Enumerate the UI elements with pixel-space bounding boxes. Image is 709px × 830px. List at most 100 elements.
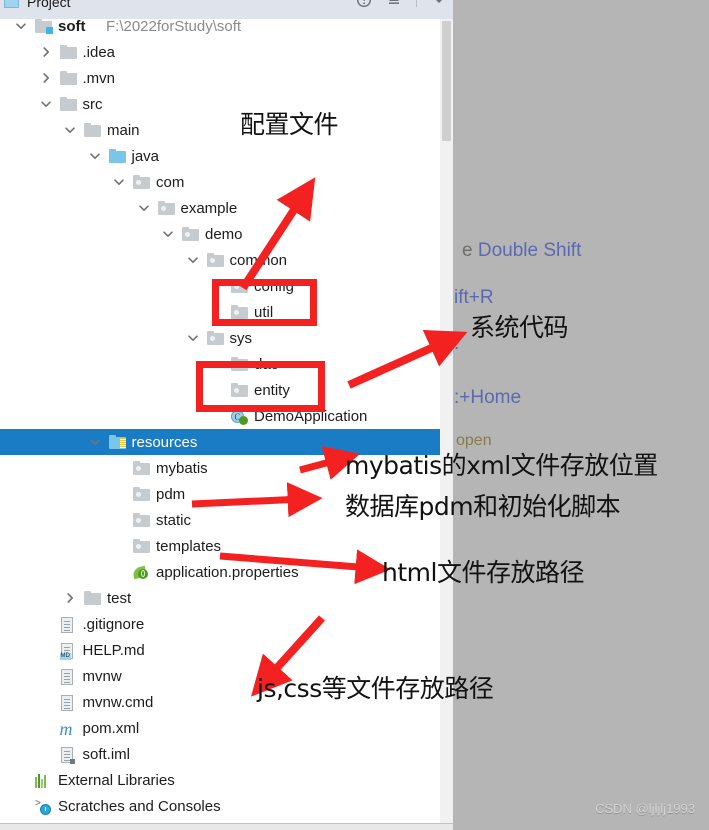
tip-line-0-prefix: e	[462, 240, 478, 261]
tree-row-test[interactable]: test	[0, 585, 440, 611]
node-icon-wrapper	[35, 773, 52, 788]
tree-row-templates[interactable]: templates	[0, 533, 440, 559]
node-icon-wrapper	[206, 253, 224, 267]
package-icon	[231, 383, 248, 397]
tree-row-src[interactable]: src	[0, 91, 440, 117]
tree-row-label: HELP.md	[82, 641, 145, 659]
tree-row-scratches[interactable]: >_ Scratches and Consoles	[0, 793, 440, 819]
tree-scrollbar[interactable]	[440, 19, 453, 830]
package-icon	[206, 331, 224, 345]
node-icon-wrapper: C	[231, 409, 248, 425]
tree-row-soft.iml[interactable]: soft.iml	[0, 741, 440, 767]
tip-line-2-text: :	[454, 333, 460, 354]
tree-row-java[interactable]: java	[0, 143, 440, 169]
node-icon-wrapper	[133, 487, 150, 501]
tree-row-soft[interactable]: soft F:\2022forStudy\soft	[0, 19, 440, 39]
libraries-icon	[35, 773, 50, 788]
node-icon-wrapper	[133, 461, 150, 475]
tree-row-sys[interactable]: sys	[0, 325, 440, 351]
node-icon-wrapper	[60, 669, 77, 685]
tree-row-label: External Libraries	[58, 771, 175, 789]
tree-row-static[interactable]: static	[0, 507, 440, 533]
tree-row-label: java	[131, 147, 160, 165]
node-icon-wrapper	[231, 383, 248, 397]
tree-row-pom.xml[interactable]: m pom.xml	[0, 715, 440, 741]
project-tree[interactable]: soft F:\2022forStudy\soft .idea .mvn src main…	[0, 19, 440, 830]
tree-row-mvnw[interactable]: mvnw	[0, 663, 440, 689]
tree-row-help.md[interactable]: MD HELP.md	[0, 637, 440, 663]
tree-row-pdm[interactable]: pdm	[0, 481, 440, 507]
tree-row-util[interactable]: util	[0, 299, 440, 325]
twisty-expanded-icon[interactable]	[14, 19, 28, 33]
folder-icon	[59, 71, 77, 85]
node-icon-wrapper	[84, 123, 101, 137]
tree-row-label: application.properties	[156, 563, 299, 581]
tree-row-dao[interactable]: dao	[0, 351, 440, 377]
package-icon	[182, 227, 199, 241]
twisty-expanded-icon[interactable]	[88, 149, 102, 163]
help-icon[interactable]	[356, 0, 372, 8]
tree-row-application.properties[interactable]: application.properties	[0, 559, 440, 585]
node-icon-wrapper	[59, 45, 77, 59]
tree-row-label: resources	[131, 433, 198, 451]
package-icon	[133, 487, 150, 501]
node-icon-wrapper	[231, 279, 248, 293]
tree-row-gitignore[interactable]: .gitignore	[0, 611, 440, 637]
package-icon	[206, 253, 224, 267]
twisty-collapsed-icon[interactable]	[63, 591, 77, 605]
package-icon	[157, 201, 175, 215]
node-icon-wrapper	[133, 513, 150, 527]
twisty-expanded-icon[interactable]	[161, 227, 175, 241]
tree-row-main[interactable]: main	[0, 117, 440, 143]
tree-row-label: config	[254, 277, 295, 295]
tree-row-label: Scratches and Consoles	[58, 797, 221, 815]
tree-row-entity[interactable]: entity	[0, 377, 440, 403]
tree-row-mvn[interactable]: .mvn	[0, 65, 440, 91]
twisty-expanded-icon[interactable]	[186, 331, 200, 345]
tree-row-common[interactable]: common	[0, 247, 440, 273]
tree-row-com[interactable]: com	[0, 169, 440, 195]
tree-row-mybatis[interactable]: mybatis	[0, 455, 440, 481]
twisty-expanded-icon[interactable]	[63, 123, 77, 137]
twisty-expanded-icon[interactable]	[186, 253, 200, 267]
twisty-expanded-icon[interactable]	[112, 175, 126, 189]
tree-row-resources[interactable]: resources	[0, 429, 440, 455]
tree-row-label: soft.iml	[82, 745, 131, 763]
node-icon-wrapper: MD	[59, 643, 77, 660]
tree-row-label: main	[107, 121, 140, 139]
hide-icon[interactable]	[431, 0, 447, 8]
tool-window-toolbar	[356, 0, 447, 8]
resource-root-folder-icon	[108, 435, 126, 449]
tree-row-idea[interactable]: .idea	[0, 39, 440, 65]
tree-row-label: dao	[254, 355, 280, 373]
folder-icon	[59, 97, 77, 111]
tree-row-config[interactable]: config	[0, 273, 440, 299]
node-icon-wrapper	[59, 97, 77, 111]
tree-row-label: pdm	[156, 485, 186, 503]
tip-line-3: :+Home	[454, 387, 521, 409]
twisty-expanded-icon[interactable]	[137, 201, 151, 215]
node-icon-wrapper	[35, 19, 53, 34]
twisty-collapsed-icon[interactable]	[39, 71, 53, 85]
tree-row-external-libraries[interactable]: External Libraries	[0, 767, 440, 793]
tree-row-label: test	[107, 589, 132, 607]
tree-row-label: .gitignore	[82, 615, 145, 633]
twisty-expanded-icon[interactable]	[88, 435, 102, 449]
folder-icon	[84, 591, 101, 605]
tree-scrollbar-thumb[interactable]	[442, 21, 451, 141]
tree-row-mvnw.cmd[interactable]: mvnw.cmd	[0, 689, 440, 715]
tree-row-demo[interactable]: demo	[0, 221, 440, 247]
node-icon-wrapper	[133, 175, 150, 189]
collapse-all-icon[interactable]	[386, 0, 402, 8]
node-icon-wrapper	[60, 695, 77, 711]
maven-file-icon: m	[59, 719, 73, 739]
tree-row-label: mvnw.cmd	[82, 693, 154, 711]
tree-row-label: example	[180, 199, 238, 217]
node-icon-wrapper	[108, 435, 126, 449]
twisty-collapsed-icon[interactable]	[39, 45, 53, 59]
tree-row-example[interactable]: example	[0, 195, 440, 221]
tree-row-demoapplication[interactable]: C DemoApplication	[0, 403, 440, 429]
tree-row-label: src	[82, 95, 103, 113]
tip-line-4: open	[456, 432, 492, 450]
twisty-expanded-icon[interactable]	[39, 97, 53, 111]
